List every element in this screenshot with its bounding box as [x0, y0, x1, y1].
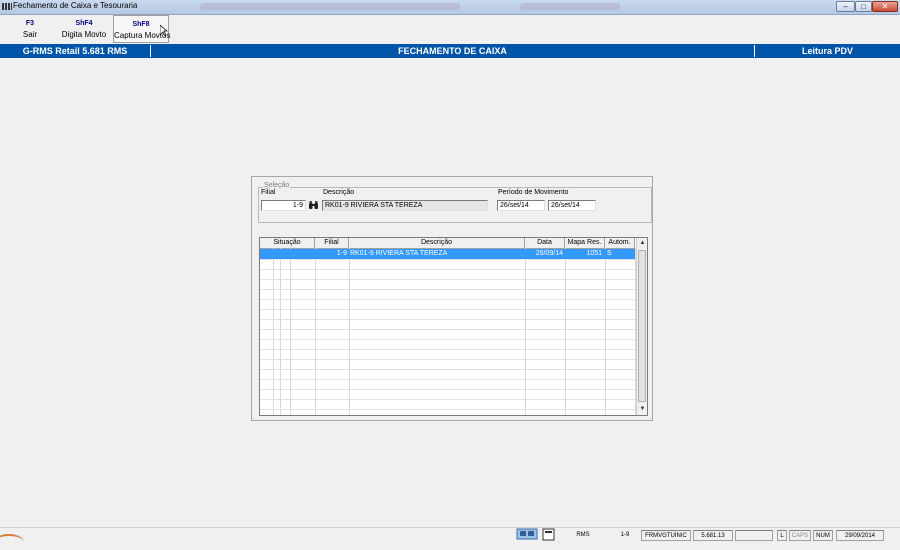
cell-descricao: RK01-9 RIVIERA STA TEREZA	[350, 250, 448, 257]
periodo-inicio-field[interactable]: 26/set/14	[497, 200, 545, 211]
grid-column-line	[525, 248, 526, 415]
app-icon	[2, 3, 12, 10]
descricao-label: Descrição	[323, 189, 355, 196]
grid-row-line	[260, 289, 635, 290]
grid-column-line	[349, 248, 350, 415]
col-descricao-header[interactable]: Descrição	[349, 238, 525, 248]
window-titlebar: Fechamento de Caixa e Tesouraria – □ ✕	[0, 0, 900, 15]
grid-row-line	[260, 399, 635, 400]
status-empty-cell	[735, 530, 773, 541]
close-button[interactable]: ✕	[872, 1, 898, 12]
minimize-button[interactable]: –	[836, 1, 855, 12]
mouse-cursor-icon	[160, 25, 168, 37]
status-date: 29/09/2014	[836, 530, 884, 541]
grid-column-line	[290, 248, 291, 415]
sair-label: Sair	[22, 30, 38, 39]
sair-button[interactable]: F3 Sair	[16, 15, 44, 43]
grid-row-line	[260, 259, 635, 260]
grid-row-line	[260, 359, 635, 360]
scroll-thumb[interactable]	[638, 250, 646, 402]
maximize-button[interactable]: □	[855, 1, 872, 12]
grid-scrollbar[interactable]: ▲ ▼	[636, 238, 647, 415]
binoculars-icon[interactable]	[308, 200, 319, 210]
grid-row-line	[260, 279, 635, 280]
corner-logo-icon	[0, 534, 24, 550]
col-situacao-header[interactable]: Situação	[260, 238, 315, 248]
status-caps: CAPS	[789, 530, 811, 541]
grid-row-line	[260, 299, 635, 300]
grid-row-line	[260, 389, 635, 390]
grid-row-line	[260, 309, 635, 310]
cell-mapa: 1051	[586, 250, 602, 257]
filial-label: Filial	[261, 189, 276, 196]
sair-shortcut: F3	[25, 20, 35, 27]
status-bar: RMS 1-9 FRMVGTUINIC 5.681.13 L CAPS NUM …	[0, 527, 900, 543]
grid-column-line	[273, 248, 274, 415]
digita-movto-label: Digita Movto	[61, 30, 107, 39]
cell-filial: 1-9	[336, 250, 347, 257]
digita-movto-button[interactable]: ShF4 Digita Movto	[58, 15, 110, 43]
selecao-legend: Seleção	[263, 182, 291, 189]
selection-panel: Seleção Filial 1-9 Descrição RK01-9 RIVI…	[251, 176, 653, 421]
status-filial: 1-9	[620, 532, 630, 538]
cell-autom: S	[607, 250, 612, 257]
col-mapa-header[interactable]: Mapa Res.	[565, 238, 605, 248]
selecao-group: Seleção Filial 1-9 Descrição RK01-9 RIVI…	[258, 182, 652, 223]
page-title: FECHAMENTO DE CAIXA	[398, 46, 507, 56]
scroll-down-icon[interactable]: ▼	[637, 404, 647, 414]
cell-situacao	[262, 249, 312, 259]
window-title: Fechamento de Caixa e Tesouraria	[13, 1, 138, 10]
descricao-field: RK01-9 RIVIERA STA TEREZA	[322, 200, 488, 211]
scroll-up-icon[interactable]: ▲	[637, 238, 647, 248]
toolbar: F3 Sair ShF4 Digita Movto ShF8 Captura M…	[0, 15, 900, 43]
grid-row-line	[260, 339, 635, 340]
grid-row-line	[260, 349, 635, 350]
col-filial-header[interactable]: Filial	[315, 238, 349, 248]
header-band: G-RMS Retail 5.681 RMS FECHAMENTO DE CAI…	[0, 44, 900, 58]
grid-column-line	[565, 248, 566, 415]
grid-column-line	[605, 248, 606, 415]
grid-header: Situação Filial Descrição Data Mapa Res.…	[260, 238, 635, 249]
grid-row-line	[260, 379, 635, 380]
system-version-label: G-RMS Retail 5.681 RMS	[22, 46, 128, 56]
blurred-title-area-2	[520, 3, 620, 10]
status-system: RMS	[576, 532, 590, 538]
status-version: 5.681.13	[693, 530, 733, 541]
grid-row-line	[260, 319, 635, 320]
col-autom-header[interactable]: Autom.	[605, 238, 635, 248]
grid-row-line	[260, 409, 635, 410]
blurred-title-area	[200, 3, 460, 10]
grid-row-line	[260, 369, 635, 370]
cell-data: 26/09/14	[535, 250, 563, 257]
digita-movto-shortcut: ShF4	[75, 20, 93, 27]
mode-label: Leitura PDV	[801, 46, 853, 56]
table-row[interactable]: 1-9 RK01-9 RIVIERA STA TEREZA 26/09/14 1…	[260, 249, 635, 259]
printer-icon	[542, 528, 555, 541]
status-num: NUM	[813, 530, 833, 541]
grid-column-line	[315, 248, 316, 415]
grid-row-line	[260, 269, 635, 270]
periodo-fim-field[interactable]: 26/set/14	[548, 200, 596, 211]
movimento-grid[interactable]: Situação Filial Descrição Data Mapa Res.…	[259, 237, 648, 416]
filial-field[interactable]: 1-9	[261, 200, 306, 211]
col-data-header[interactable]: Data	[525, 238, 565, 248]
status-form: FRMVGTUINIC	[641, 530, 691, 541]
periodo-label: Período de Movimento	[498, 189, 569, 196]
grid-column-line	[280, 248, 281, 415]
status-l-flag: L	[777, 530, 787, 541]
network-icon	[516, 528, 538, 540]
grid-row-line	[260, 329, 635, 330]
